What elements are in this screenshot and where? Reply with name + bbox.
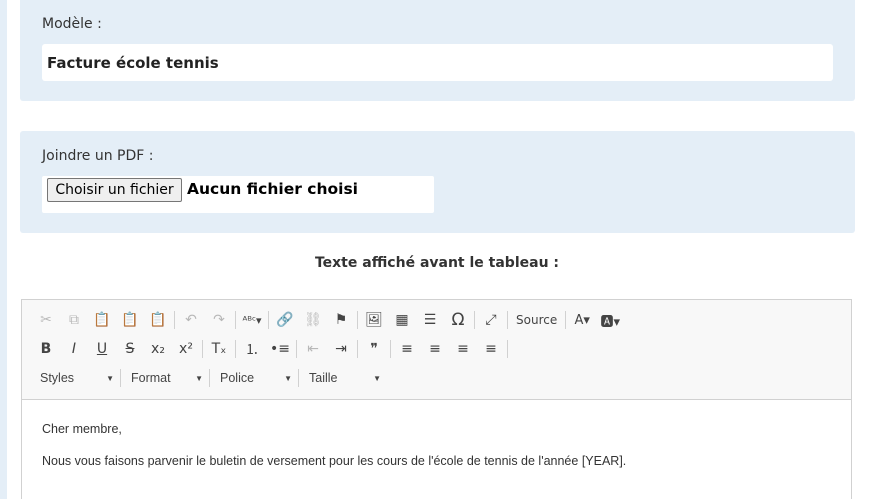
background-color-icon[interactable]: 🅰▾ (596, 308, 624, 332)
pdf-panel: Joindre un PDF : Choisir un fichier Aucu… (20, 131, 855, 233)
format-combo[interactable]: Format ▼ (123, 366, 207, 390)
editor-content[interactable]: Cher membre, Nous vous faisons parvenir … (42, 422, 832, 486)
editor-heading: Texte affiché avant le tableau : (314, 255, 560, 271)
editor-toolbar: ✂ ⧉ 📋 📋 📋 ↶ ↷ ᴬᴮᶜ▾ 🔗 ⛓ ⚑ 🖼 ▦ ☰ Ω ⤢ Source A▾ 🅰▾ B I U Sx₂ x² Tₓ… (22, 300, 851, 400)
toolbar-row-1: ✂ ⧉ 📋 📋 📋 ↶ ↷ ᴬᴮᶜ▾ 🔗 ⛓ ⚑ 🖼 ▦ ☰ Ω ⤢ Source A▾ 🅰▾ (32, 307, 624, 333)
model-input[interactable]: Facture école tennis (42, 44, 833, 81)
blockquote-icon[interactable]: ❞ (360, 337, 388, 361)
image-icon[interactable]: 🖼 (360, 308, 388, 332)
text-color-icon[interactable]: A▾ (568, 308, 596, 332)
toolbar-separator (357, 340, 358, 358)
pdf-label: Joindre un PDF : (42, 148, 154, 164)
anchor-flag-icon[interactable]: ⚑ (327, 308, 355, 332)
cut-icon[interactable]: ✂ (32, 308, 60, 332)
italic-icon[interactable]: I (60, 337, 88, 361)
underline-icon[interactable]: U (88, 337, 116, 361)
align-right-icon[interactable]: ≡ (449, 337, 477, 361)
justify-icon[interactable]: ≡ (477, 337, 505, 361)
unlink-icon[interactable]: ⛓ (299, 308, 327, 332)
model-panel: Modèle : Facture école tennis (20, 0, 855, 101)
chevron-down-icon: ▼ (284, 373, 292, 383)
superscript-icon[interactable]: x² (172, 337, 200, 361)
source-button[interactable]: Source (510, 308, 563, 332)
strike-icon[interactable]: S (116, 337, 144, 361)
special-char-icon[interactable]: Ω (444, 308, 472, 332)
chevron-down-icon: ▼ (195, 373, 203, 383)
toolbar-separator (296, 340, 297, 358)
page-left-border (0, 0, 7, 499)
align-left-icon[interactable]: ≡ (393, 337, 421, 361)
paste-icon[interactable]: 📋 (88, 308, 116, 332)
align-center-icon[interactable]: ≡ (421, 337, 449, 361)
toolbar-separator (565, 311, 567, 329)
spellcheck-icon[interactable]: ᴬᴮᶜ▾ (238, 308, 266, 332)
font-combo-label: Police (220, 371, 255, 385)
rich-text-editor: ✂ ⧉ 📋 📋 📋 ↶ ↷ ᴬᴮᶜ▾ 🔗 ⛓ ⚑ 🖼 ▦ ☰ Ω ⤢ Source A▾ 🅰▾ B I U Sx₂ x² Tₓ… (21, 299, 852, 499)
indent-icon[interactable]: ⇥ (327, 337, 355, 361)
maximize-icon[interactable]: ⤢ (477, 308, 505, 332)
paste-word-icon[interactable]: 📋 (144, 308, 172, 332)
table-icon[interactable]: ▦ (388, 308, 416, 332)
outdent-icon[interactable]: ⇤ (299, 337, 327, 361)
undo-icon[interactable]: ↶ (177, 308, 205, 332)
size-combo[interactable]: Taille ▼ (301, 366, 385, 390)
font-combo[interactable]: Police ▼ (212, 366, 296, 390)
toolbar-separator (235, 340, 236, 358)
file-status: Aucun fichier choisi (187, 180, 358, 198)
paste-text-icon[interactable]: 📋 (116, 308, 144, 332)
size-combo-label: Taille (309, 371, 338, 385)
styles-combo[interactable]: Styles ▼ (32, 366, 118, 390)
toolbar-separator (474, 311, 475, 329)
pdf-file-input[interactable]: Choisir un fichier Aucun fichier choisi (42, 176, 434, 213)
subscript-icon[interactable]: x₂ (144, 337, 172, 361)
toolbar-separator (202, 340, 203, 358)
styles-combo-label: Styles (40, 371, 75, 385)
toolbar-separator (357, 311, 358, 329)
toolbar-separator (507, 311, 508, 329)
redo-icon[interactable]: ↷ (205, 308, 233, 332)
toolbar-separator (209, 369, 210, 387)
copy-icon[interactable]: ⧉ (60, 308, 88, 332)
choose-file-button[interactable]: Choisir un fichier (47, 178, 182, 202)
toolbar-separator (120, 369, 121, 387)
toolbar-row-2: B I U Sx₂ x² Tₓ ⒈ •≡ ⇤ ⇥ ❞ ≡ ≡ ≡ ≡ (32, 336, 510, 362)
content-paragraph: Nous vous faisons parvenir le buletin de… (42, 454, 627, 468)
toolbar-separator (268, 311, 269, 329)
bold-icon[interactable]: B (32, 337, 60, 361)
toolbar-separator (174, 311, 175, 329)
toolbar-row-3: Styles ▼ Format ▼ Police ▼ Taille ▼ (32, 365, 385, 391)
remove-format-icon[interactable]: Tₓ (205, 337, 233, 361)
chevron-down-icon: ▼ (373, 373, 381, 383)
horizontal-line-icon[interactable]: ☰ (416, 308, 444, 332)
content-paragraph: Cher membre, (42, 422, 122, 436)
bulleted-list-icon[interactable]: •≡ (266, 337, 294, 361)
toolbar-separator (507, 340, 508, 358)
numbered-list-icon[interactable]: ⒈ (238, 337, 266, 361)
toolbar-separator (235, 311, 236, 329)
format-combo-label: Format (131, 371, 171, 385)
toolbar-separator (390, 340, 391, 358)
toolbar-separator (298, 369, 299, 387)
chevron-down-icon: ▼ (106, 373, 114, 383)
model-label: Modèle : (42, 16, 102, 32)
link-icon[interactable]: 🔗 (271, 308, 299, 332)
